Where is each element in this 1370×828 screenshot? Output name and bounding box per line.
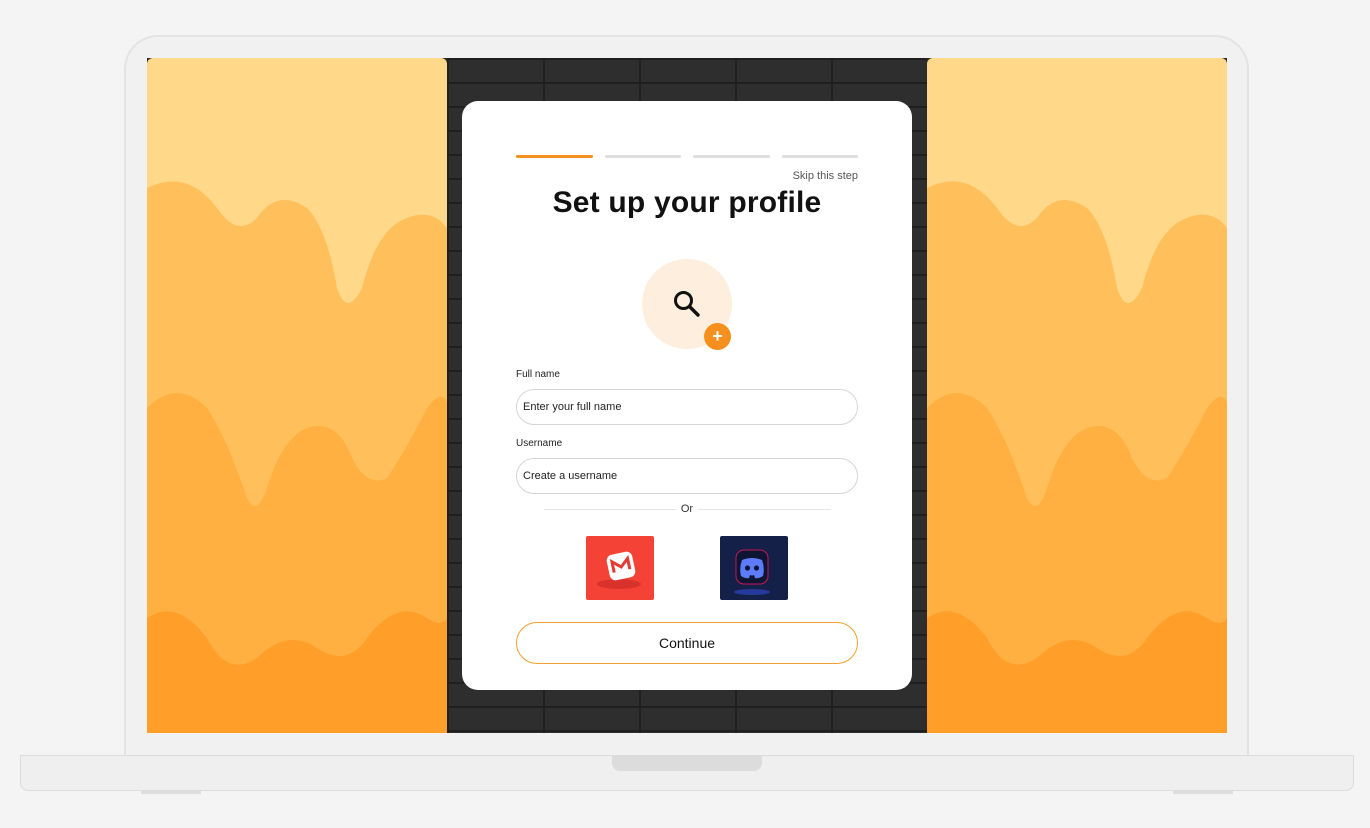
gmail-signin-button[interactable] [586, 536, 654, 600]
discord-icon [734, 549, 770, 595]
laptop-foot-left [141, 791, 201, 794]
username-input[interactable] [516, 458, 858, 494]
progress-step-3 [693, 155, 770, 158]
page-title: Set up your profile [552, 186, 822, 219]
honey-drip-right [927, 58, 1227, 733]
skip-step-link[interactable]: Skip this step [793, 170, 858, 182]
full-name-input[interactable] [516, 389, 858, 425]
profile-setup-card: Skip this step Set up your profile + Ful… [462, 101, 912, 690]
step-progress [516, 155, 858, 159]
search-icon [674, 291, 700, 317]
laptop-foot-right [1173, 791, 1233, 794]
continue-button[interactable]: Continue [516, 622, 858, 664]
progress-step-1 [516, 155, 593, 158]
add-photo-button[interactable]: + [704, 323, 731, 350]
progress-step-2 [604, 155, 681, 158]
or-divider-label: Or [676, 503, 698, 515]
username-label: Username [516, 438, 563, 449]
laptop-screen: Skip this step Set up your profile + Ful… [147, 58, 1227, 733]
laptop-notch [612, 755, 762, 771]
gmail-icon [597, 551, 641, 589]
plus-icon: + [712, 326, 723, 346]
full-name-label: Full name [516, 369, 560, 380]
honey-drip-left [147, 58, 447, 733]
discord-signin-button[interactable] [720, 536, 788, 600]
progress-step-4 [781, 155, 858, 158]
